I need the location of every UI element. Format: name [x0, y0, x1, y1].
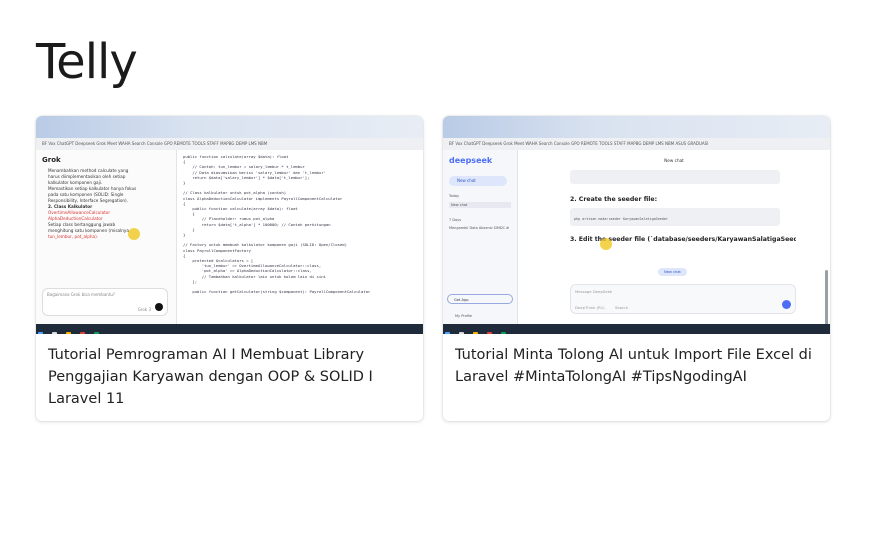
- code-block: [570, 170, 780, 184]
- video-thumbnail[interactable]: BF Vox ChatGPT Deepseek Grok Meet WAHA S…: [36, 116, 423, 334]
- grok-input: Bagaimana Grok bisa membantu? Grok 3: [42, 288, 168, 316]
- deepseek-sidebar: deepseek New chat Today New chat 7 Days …: [443, 150, 518, 324]
- get-app-button: Get App: [447, 294, 513, 304]
- scrollbar: [825, 270, 828, 330]
- cursor-highlight: [128, 228, 140, 240]
- deepseek-logo: deepseek: [449, 156, 493, 165]
- video-card-list: BF Vox ChatGPT Deepseek Grok Meet WAHA S…: [36, 116, 830, 421]
- app-icon: [501, 332, 507, 334]
- windows-start-icon: [38, 332, 43, 334]
- folder-icon: [473, 332, 479, 334]
- bookmarks-bar: BF Vox ChatGPT Deepseek Grok Meet WAHA S…: [443, 138, 830, 150]
- bookmarks-bar: BF Vox ChatGPT Deepseek Grok Meet WAHA S…: [36, 138, 423, 150]
- windows-taskbar: [36, 324, 423, 334]
- windows-taskbar: [443, 324, 830, 334]
- video-card[interactable]: BF Vox ChatGPT Deepseek Grok Meet WAHA S…: [443, 116, 830, 421]
- browser-tab-bar: [443, 116, 830, 138]
- video-card[interactable]: BF Vox ChatGPT Deepseek Grok Meet WAHA S…: [36, 116, 423, 421]
- windows-start-icon: [445, 332, 450, 334]
- step-heading: 2. Create the seeder file:: [570, 196, 658, 203]
- video-title[interactable]: Tutorial Pemrograman AI I Membuat Librar…: [36, 334, 423, 420]
- code-block: php artisan make:seeder KaryawanSalatiga…: [570, 208, 780, 226]
- message-input: Message DeepSeek DeepThink (R1) Search: [570, 284, 796, 314]
- browser-tab-bar: [36, 116, 423, 138]
- search-icon: [459, 332, 465, 334]
- code-line: php artisan make:seeder KaryawanSalatiga…: [574, 217, 668, 221]
- page-title: Telly: [36, 34, 138, 90]
- video-thumbnail[interactable]: BF Vox ChatGPT Deepseek Grok Meet WAHA S…: [443, 116, 830, 334]
- send-icon: [782, 300, 791, 309]
- chat-title: New chat: [664, 158, 684, 163]
- sidebar-item-new-chat: New chat: [449, 202, 511, 208]
- send-icon: [155, 303, 163, 311]
- grok-sidebar: Grok Menambahkan method calculate yang h…: [36, 150, 177, 324]
- new-chat-pill: New chat: [658, 268, 687, 276]
- response-line: tun_lembur, pot_alpha).: [48, 234, 99, 239]
- model-label: Grok 3: [137, 307, 151, 312]
- grok-response: Menambahkan method calculate yang harus …: [48, 168, 166, 240]
- folder-icon: [66, 332, 72, 334]
- chrome-icon: [487, 332, 493, 334]
- video-title[interactable]: Tutorial Minta Tolong AI untuk Import Fi…: [443, 334, 830, 398]
- profile-link: My Profile: [455, 314, 473, 318]
- code-editor: public function calculate(array $data): …: [177, 150, 423, 324]
- sidebar-section-today: Today: [449, 194, 460, 198]
- grok-input-placeholder: Bagaimana Grok bisa membantu?: [47, 292, 116, 297]
- deepseek-chat: New chat 2. Create the seeder file: php …: [518, 150, 830, 330]
- deepthink-toggle: DeepThink (R1): [575, 305, 605, 310]
- app-icon: [94, 332, 100, 334]
- message-placeholder: Message DeepSeek: [575, 289, 613, 294]
- sidebar-section-7days: 7 Days: [449, 218, 462, 222]
- chrome-icon: [80, 332, 86, 334]
- search-icon: [52, 332, 58, 334]
- new-chat-button: New chat: [449, 176, 507, 186]
- grok-logo: Grok: [42, 156, 61, 164]
- search-toggle: Search: [615, 305, 629, 310]
- cursor-highlight: [600, 238, 612, 250]
- sidebar-item-chat: Mengambil Data Absensi SIMDC di: [449, 226, 510, 230]
